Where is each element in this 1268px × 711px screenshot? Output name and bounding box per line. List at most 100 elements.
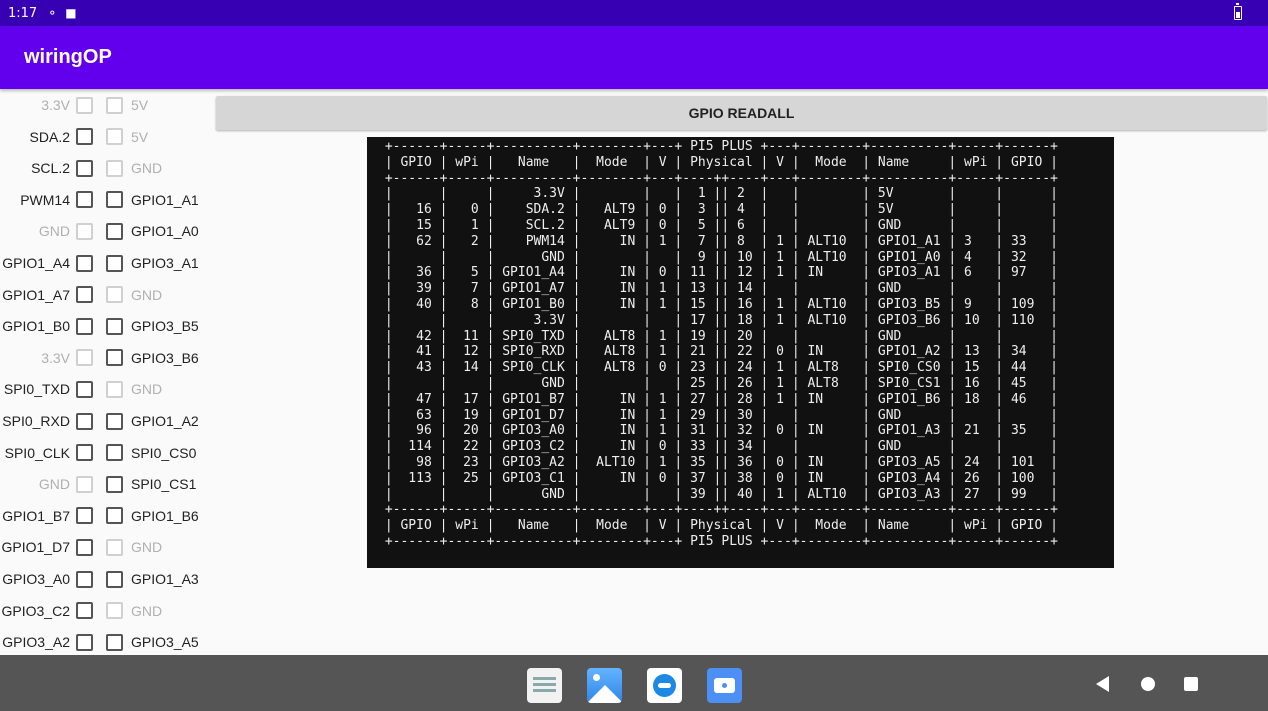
pin-checkbox-left[interactable]: GPIO3_A2 xyxy=(2,626,93,655)
pin-checkbox-left[interactable]: GPIO3_A0 xyxy=(2,563,93,595)
terminal-line: +------+-----+----------+--------+---+ P… xyxy=(377,139,1058,154)
pin-checkbox-left[interactable]: SPI0_TXD xyxy=(4,373,93,405)
checkbox[interactable] xyxy=(106,191,123,209)
terminal-line: | 63 | 19 | GPIO1_D7 | IN | 1 | 29 || 30… xyxy=(377,407,1058,423)
pin-row: GPIO1_D7 GND xyxy=(0,531,210,563)
pin-checkbox-left[interactable]: PWM14 xyxy=(20,184,93,216)
navigation-bar xyxy=(0,655,1268,711)
pin-row: GPIO3_C2 GND xyxy=(0,595,210,627)
pin-checkbox-left[interactable]: SDA.2 xyxy=(30,121,93,153)
pin-checkbox-left: GND xyxy=(39,468,93,500)
pin-checkbox-right[interactable]: GPIO1_A0 xyxy=(106,215,199,247)
checkbox[interactable] xyxy=(106,254,123,272)
pin-label: GND xyxy=(131,160,163,177)
checkbox xyxy=(76,475,93,493)
pin-row: GPIO3_A0 GPIO1_A3 xyxy=(0,563,210,595)
pin-checkbox-left[interactable]: SCL.2 xyxy=(31,152,93,184)
gpio-readall-button[interactable]: GPIO READALL xyxy=(216,96,1267,130)
checkbox[interactable] xyxy=(76,602,93,620)
pin-label: GND xyxy=(131,539,163,556)
pin-label: SPI0_CLK xyxy=(4,444,70,461)
terminal-line: | GPIO | wPi | Name | Mode | V | Physica… xyxy=(377,154,1058,170)
pin-checkbox-right[interactable]: GPIO1_B6 xyxy=(106,500,199,532)
pin-checkbox-list[interactable]: 3.3V 5V SDA.2 5V SCL.2 GND PWM14 GPIO1_A1 GND GPI… xyxy=(0,89,210,655)
pin-label: 3.3V xyxy=(41,349,70,366)
pin-checkbox-right[interactable]: GPIO3_A1 xyxy=(106,247,199,279)
checkbox[interactable] xyxy=(76,444,93,462)
checkbox[interactable] xyxy=(106,412,123,430)
terminal-line: | 113 | 25 | GPIO3_C1 | IN | 0 | 37 || 3… xyxy=(377,470,1058,486)
camera-app-icon[interactable] xyxy=(707,668,742,703)
pin-row: GPIO1_B0 GPIO3_B5 xyxy=(0,310,210,342)
pin-checkbox-right[interactable]: GPIO3_B6 xyxy=(106,342,199,374)
pin-checkbox-right[interactable]: GPIO1_A1 xyxy=(106,184,199,216)
checkbox[interactable] xyxy=(76,191,93,209)
checkbox xyxy=(106,286,123,304)
checkbox[interactable] xyxy=(76,633,93,651)
checkbox[interactable] xyxy=(76,538,93,556)
checkbox[interactable] xyxy=(106,317,123,335)
pin-checkbox-left[interactable]: GPIO1_B0 xyxy=(2,310,93,342)
checkbox[interactable] xyxy=(76,570,93,588)
pin-checkbox-right[interactable]: GPIO3_B5 xyxy=(106,310,199,342)
pin-checkbox-right[interactable]: SPI0_CS1 xyxy=(106,468,196,500)
pin-checkbox-left[interactable]: GPIO3_C2 xyxy=(2,595,93,627)
pin-checkbox-right[interactable]: GPIO1_A3 xyxy=(106,563,199,595)
checkbox[interactable] xyxy=(106,349,123,367)
pin-label: GPIO1_A1 xyxy=(131,191,199,208)
pin-label: GND xyxy=(131,381,163,398)
checkbox[interactable] xyxy=(106,633,123,651)
pin-checkbox-right[interactable]: GPIO1_A2 xyxy=(106,405,199,437)
pin-checkbox-right: GND xyxy=(106,531,162,563)
checkbox[interactable] xyxy=(106,570,123,588)
checkbox[interactable] xyxy=(106,222,123,240)
checkbox[interactable] xyxy=(76,317,93,335)
checkbox xyxy=(106,159,123,177)
recents-icon[interactable] xyxy=(1184,677,1198,691)
pin-checkbox-right[interactable]: SPI0_CS0 xyxy=(106,437,196,469)
checkbox xyxy=(106,128,123,146)
terminal-line: | | | 3.3V | | | 17 || 18 | 1 | ALT10 | … xyxy=(377,312,1058,328)
pin-label: PWM14 xyxy=(20,191,70,208)
gallery-app-icon[interactable] xyxy=(587,668,622,703)
pin-checkbox-right[interactable]: GPIO3_A5 xyxy=(106,626,199,655)
pin-label: GND xyxy=(131,602,163,619)
pin-checkbox-left[interactable]: GPIO1_B7 xyxy=(2,500,93,532)
pin-label: GND xyxy=(38,223,70,240)
back-icon[interactable] xyxy=(1096,676,1109,692)
pin-label: SCL.2 xyxy=(31,160,70,177)
checkbox[interactable] xyxy=(106,507,123,525)
checkbox[interactable] xyxy=(76,286,93,304)
pin-row: SPI0_TXD GND xyxy=(0,373,210,405)
pin-label: SPI0_TXD xyxy=(3,381,70,398)
pin-checkbox-left[interactable]: GPIO1_A7 xyxy=(2,279,93,311)
pin-label: GND xyxy=(131,286,163,303)
pin-checkbox-left[interactable]: GPIO1_A4 xyxy=(2,247,93,279)
checkbox[interactable] xyxy=(76,380,93,398)
pin-row: SPI0_CLK SPI0_CS0 xyxy=(0,437,210,469)
checkbox xyxy=(76,222,93,240)
terminal-line: +------+-----+----------+--------+---+--… xyxy=(377,170,1058,186)
pin-label: 5V xyxy=(131,97,149,113)
checkbox[interactable] xyxy=(76,412,93,430)
browser-app-icon[interactable] xyxy=(647,668,682,703)
table-app-icon[interactable] xyxy=(527,668,562,703)
pin-row: GND SPI0_CS1 xyxy=(0,468,210,500)
checkbox[interactable] xyxy=(76,159,93,177)
checkbox[interactable] xyxy=(76,507,93,525)
pin-label: GPIO3_B6 xyxy=(131,349,199,366)
checkbox[interactable] xyxy=(76,128,93,146)
terminal-line: | 43 | 14 | SPI0_CLK | ALT8 | 0 | 23 || … xyxy=(377,360,1058,376)
pin-checkbox-right: GND xyxy=(106,279,162,311)
readall-output-terminal: +------+-----+----------+--------+---+ P… xyxy=(367,137,1114,568)
pin-row: SCL.2 GND xyxy=(0,152,210,184)
pin-checkbox-left[interactable]: GPIO1_D7 xyxy=(2,531,93,563)
pin-checkbox-left[interactable]: SPI0_RXD xyxy=(2,405,93,437)
checkbox[interactable] xyxy=(76,254,93,272)
pin-label: GND xyxy=(38,476,70,493)
pin-label: GPIO1_A0 xyxy=(131,223,199,240)
pin-checkbox-left[interactable]: SPI0_CLK xyxy=(5,437,93,469)
home-icon[interactable] xyxy=(1141,677,1155,691)
checkbox[interactable] xyxy=(106,475,123,493)
checkbox[interactable] xyxy=(106,444,123,462)
